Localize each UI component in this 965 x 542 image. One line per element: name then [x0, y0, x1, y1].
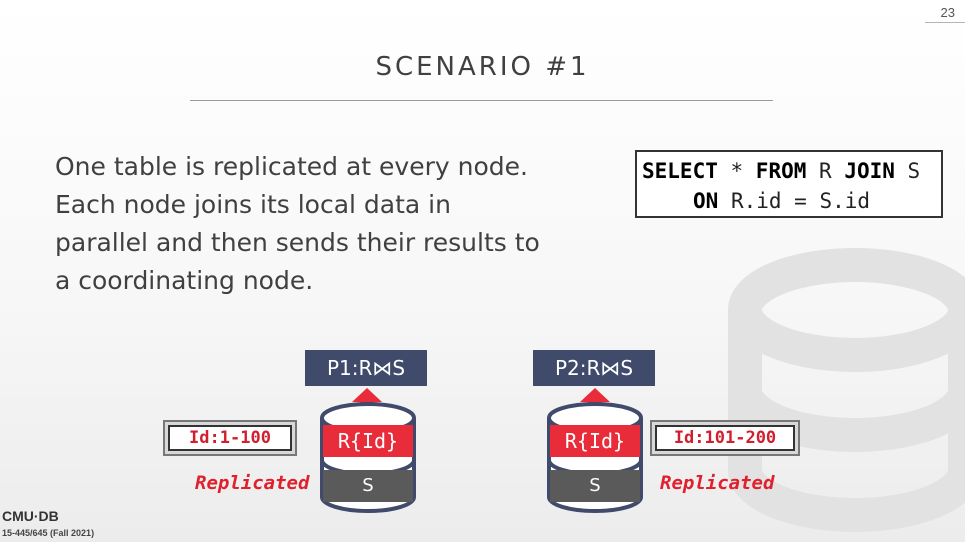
partition-2-range-box: Id:101-200 [650, 420, 800, 456]
partition-2-r-table: R{Id} [550, 425, 640, 457]
partition-1-range: Id:1-100 [168, 425, 292, 451]
partition-2-replicated-label: Replicated [660, 472, 775, 494]
partition-1-s-table: S [323, 470, 413, 502]
sql-token: R.id = S.id [718, 189, 871, 213]
sql-token: SELECT [642, 159, 718, 183]
sql-line-1: SELECT * FROM R JOIN S [642, 159, 920, 183]
sql-token: ON [693, 189, 719, 213]
bullet-list: One table is replicated at every node. E… [55, 148, 545, 300]
database-watermark-icon [728, 248, 965, 532]
course-label: 15-445/645 (Fall 2021) [2, 528, 95, 538]
cmu-db-logo: CMU·DB [2, 508, 59, 524]
sql-token: S [894, 159, 921, 183]
partition-2-result-label: P2:R⋈S [533, 350, 655, 386]
slide-number: 23 [940, 5, 955, 20]
bullet-item: One table is replicated at every node. [55, 152, 528, 181]
sql-token: * [717, 159, 756, 183]
bullet-item: Each node joins its local data in parall… [55, 190, 540, 295]
slide-title: SCENARIO #1 [375, 52, 590, 82]
partition-1-replicated-label: Replicated [195, 472, 310, 494]
sql-token: FROM [755, 159, 807, 183]
sql-token: R [806, 159, 845, 183]
title-divider [190, 100, 773, 101]
sql-line-2: ON R.id = S.id [693, 189, 870, 213]
slide-number-divider [925, 22, 965, 23]
partition-2-range: Id:101-200 [655, 425, 795, 451]
sql-token: JOIN [844, 159, 895, 183]
partition-1-result-label: P1:R⋈S [305, 350, 427, 386]
sql-query-box: SELECT * FROM R JOIN S ON R.id = S.id [635, 150, 943, 218]
partition-1-r-table: R{Id} [323, 425, 413, 457]
partition-2-s-table: S [550, 470, 640, 502]
partition-1-range-box: Id:1-100 [163, 420, 297, 456]
